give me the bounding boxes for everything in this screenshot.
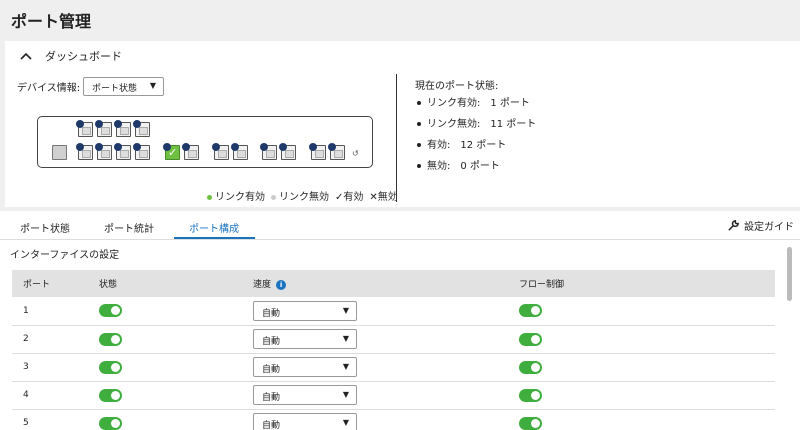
status-item: リンク無効: 11 ポート <box>417 114 536 135</box>
green-dot-icon <box>207 194 212 200</box>
status-item: リンク有効: 1 ポート <box>417 93 536 114</box>
flow-control-toggle[interactable] <box>519 388 542 402</box>
dropdown-arrow-icon: ▼ <box>342 362 349 371</box>
page-title: ポート管理 <box>11 12 92 31</box>
switch-console-port <box>52 145 67 160</box>
table-row: 2 自動 ▼ <box>12 325 775 354</box>
dropdown-arrow-icon: ▼ <box>342 390 349 399</box>
current-status-title: 現在のポート状態: <box>415 81 499 92</box>
switch-port[interactable] <box>328 143 345 160</box>
legend-enabled: ✓有効 <box>335 192 364 203</box>
tab-bar: ポート状態 ポート統計 ポート構成 設定ガイド <box>0 211 800 240</box>
setup-guide-button[interactable]: 設定ガイド <box>727 218 794 233</box>
speed-select[interactable]: 自動 ▼ <box>253 357 357 377</box>
switch-port-active[interactable]: ✓ <box>163 143 180 160</box>
column-header-speed: 速度 i <box>242 270 508 297</box>
switch-port[interactable] <box>114 143 131 160</box>
tab-port-configuration[interactable]: ポート構成 <box>189 220 239 235</box>
state-toggle[interactable] <box>99 416 122 430</box>
column-header-flow-control: フロー制御 <box>508 270 775 297</box>
device-info-select[interactable]: ポート状態 ▼ <box>83 77 164 96</box>
device-info-select-value: ポート状態 <box>92 84 138 94</box>
switch-port[interactable] <box>260 143 277 160</box>
flow-control-toggle[interactable] <box>519 332 542 346</box>
table-header-row: ポート 状態 速度 i フロー制御 <box>12 270 775 297</box>
state-toggle[interactable] <box>99 304 122 318</box>
switch-port[interactable] <box>133 143 150 160</box>
status-item: 有効: 12 ポート <box>417 135 536 156</box>
info-icon[interactable]: i <box>276 279 287 290</box>
reset-icon: ↺ <box>352 149 359 158</box>
switch-port[interactable] <box>133 120 150 137</box>
port-number: 2 <box>12 325 88 354</box>
legend-link-up: リンク有効 <box>207 188 265 203</box>
switch-port[interactable] <box>114 120 131 137</box>
column-header-state: 状態 <box>88 270 242 297</box>
state-toggle[interactable] <box>99 388 122 402</box>
port-number: 3 <box>12 353 88 382</box>
flow-control-toggle[interactable] <box>519 304 542 318</box>
state-toggle[interactable] <box>99 360 122 374</box>
table-row: 4 自動 ▼ <box>12 381 775 410</box>
state-toggle[interactable] <box>99 332 122 346</box>
legend-link-down: リンク無効 <box>271 188 329 203</box>
tab-port-statistics[interactable]: ポート統計 <box>104 220 154 235</box>
port-number: 4 <box>12 381 88 410</box>
current-status-list: リンク有効: 1 ポート リンク無効: 11 ポート 有効: 12 ポート 無効… <box>417 93 536 177</box>
wrench-icon <box>728 220 739 231</box>
switch-port[interactable] <box>95 143 112 160</box>
switch-port[interactable] <box>212 143 229 160</box>
switch-port[interactable] <box>76 143 93 160</box>
interface-table: ポート 状態 速度 i フロー制御 1 自動 ▼ 2 自動 ▼ 3 自動 ▼ 4… <box>12 270 775 430</box>
speed-select[interactable]: 自動 ▼ <box>253 413 357 430</box>
switch-diagram: ✓ <box>37 116 373 168</box>
flow-control-toggle[interactable] <box>519 416 542 430</box>
grey-dot-icon <box>271 194 276 200</box>
speed-select[interactable]: 自動 ▼ <box>253 385 357 405</box>
tab-port-status[interactable]: ポート状態 <box>20 220 70 235</box>
flow-control-toggle[interactable] <box>519 360 542 374</box>
port-legend: リンク有効 リンク無効 ✓有効 ✕無効 <box>207 188 398 203</box>
dashboard-title: ダッシュボード <box>45 50 122 63</box>
dropdown-arrow-icon: ▼ <box>342 305 349 315</box>
switch-port[interactable] <box>95 120 112 137</box>
switch-port[interactable] <box>279 143 296 160</box>
dashboard-header[interactable]: ダッシュボード <box>19 48 122 64</box>
active-tab-indicator <box>174 237 255 239</box>
switch-port[interactable] <box>76 120 93 137</box>
port-management-page: ポート管理 ダッシュボード デバイス情報: ポート状態 ▼ ✓ ↺ リンク有効 … <box>0 0 800 430</box>
switch-port[interactable] <box>182 143 199 160</box>
setup-guide-label: 設定ガイド <box>744 222 794 233</box>
chevron-up-icon[interactable] <box>19 49 33 63</box>
interface-config-title: インターファイスの設定 <box>10 250 120 261</box>
dropdown-arrow-icon: ▼ <box>149 81 156 90</box>
table-row: 3 自動 ▼ <box>12 353 775 382</box>
table-row: 1 自動 ▼ <box>12 297 775 326</box>
column-header-port: ポート <box>12 270 88 297</box>
dropdown-arrow-icon: ▼ <box>342 418 349 427</box>
switch-port[interactable] <box>309 143 326 160</box>
table-row: 5 自動 ▼ <box>12 409 775 430</box>
port-number: 5 <box>12 409 88 430</box>
dropdown-arrow-icon: ▼ <box>342 334 349 343</box>
speed-select[interactable]: 自動 ▼ <box>253 300 357 321</box>
device-info-label: デバイス情報: <box>17 83 81 94</box>
port-number: 1 <box>12 297 88 326</box>
status-item: 無効: 0 ポート <box>417 156 536 177</box>
speed-select[interactable]: 自動 ▼ <box>253 329 357 349</box>
divider <box>396 74 397 202</box>
dashboard-panel: ダッシュボード デバイス情報: ポート状態 ▼ ✓ ↺ リンク有効 リンク無効 … <box>5 41 800 207</box>
legend-disabled: ✕無効 <box>369 192 398 203</box>
interface-config-panel: インターファイスの設定 ポート 状態 速度 i フロー制御 1 自動 ▼ 2 自… <box>0 240 800 430</box>
scrollbar-thumb[interactable] <box>787 247 792 301</box>
switch-port[interactable] <box>231 143 248 160</box>
